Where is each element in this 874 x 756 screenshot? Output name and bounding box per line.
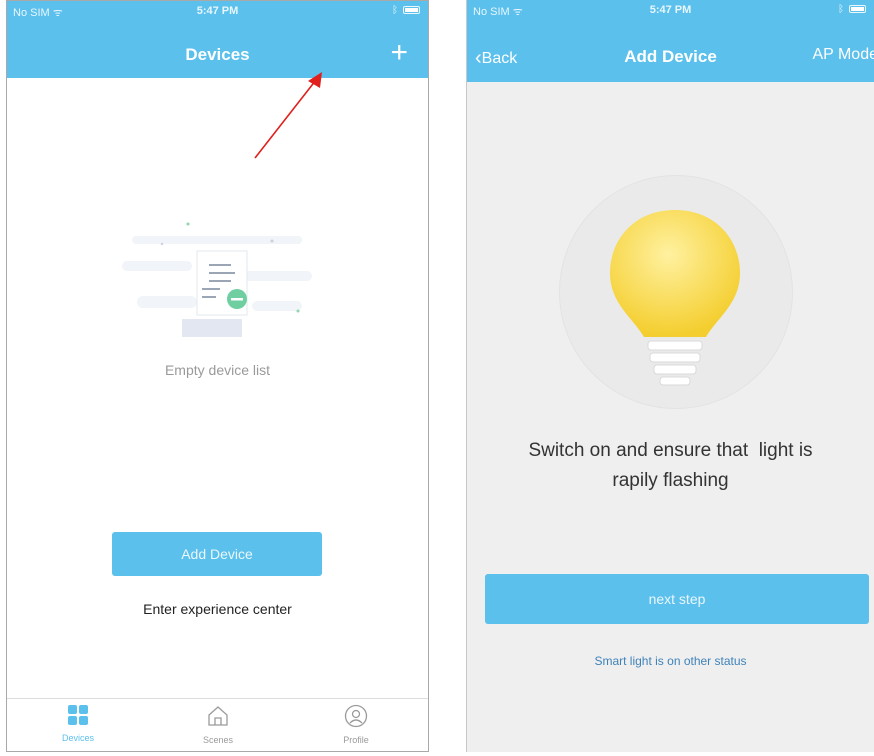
home-icon	[208, 706, 228, 726]
add-device-icon[interactable]: +	[390, 38, 408, 68]
tab-profile[interactable]: Profile	[311, 704, 401, 745]
tab-bar: Devices Scenes Profile	[7, 698, 428, 751]
annotation-arrow	[254, 72, 322, 159]
add-device-header: No SIM ᯤ 5:47 PM ᛒ ‹Back Add Device AP M…	[467, 0, 874, 82]
add-device-screen: No SIM ᯤ 5:47 PM ᛒ ‹Back Add Device AP M…	[466, 0, 874, 752]
tab-devices-label: Devices	[61, 733, 94, 743]
page-title: Devices	[185, 45, 250, 64]
clock-label: 5:47 PM	[196, 5, 239, 17]
devices-header: No SIM ᯤ 5:47 PM ᛒ Devices +	[7, 1, 428, 78]
light-bulb-icon	[610, 210, 740, 386]
bluetooth-icon: ᛒ	[838, 4, 844, 15]
battery-icon	[403, 6, 420, 14]
profile-icon	[344, 704, 368, 728]
instruction-line-2: rapily flashing	[612, 470, 729, 491]
instruction-text: Switch on and ensure that light is rapil…	[467, 436, 874, 496]
tab-scenes-label: Scenes	[202, 735, 234, 745]
tab-devices[interactable]: Devices	[33, 704, 123, 743]
tab-scenes[interactable]: Scenes	[173, 704, 263, 745]
devices-screen: No SIM ᯤ 5:47 PM ᛒ Devices + Empty devic…	[6, 0, 429, 752]
clock-label: 5:47 PM	[649, 4, 692, 16]
ap-mode-button[interactable]: AP Mode	[812, 46, 874, 64]
tab-profile-label: Profile	[343, 735, 369, 745]
empty-list-label: Empty device list	[164, 362, 271, 378]
empty-list-illustration	[122, 222, 312, 337]
bluetooth-icon: ᛒ	[392, 5, 398, 16]
instruction-line-1: Switch on and ensure that light is	[528, 440, 813, 461]
grid-icon	[68, 705, 88, 725]
add-device-button[interactable]: Add Device	[112, 532, 322, 576]
status-bar: No SIM ᯤ 5:47 PM ᛒ	[7, 1, 428, 21]
experience-center-link[interactable]: Enter experience center	[7, 601, 428, 617]
other-status-link[interactable]: Smart light is on other status	[467, 654, 874, 668]
status-bar: No SIM ᯤ 5:47 PM ᛒ	[467, 0, 874, 20]
next-step-button[interactable]: next step	[485, 574, 869, 624]
battery-icon	[849, 5, 866, 13]
